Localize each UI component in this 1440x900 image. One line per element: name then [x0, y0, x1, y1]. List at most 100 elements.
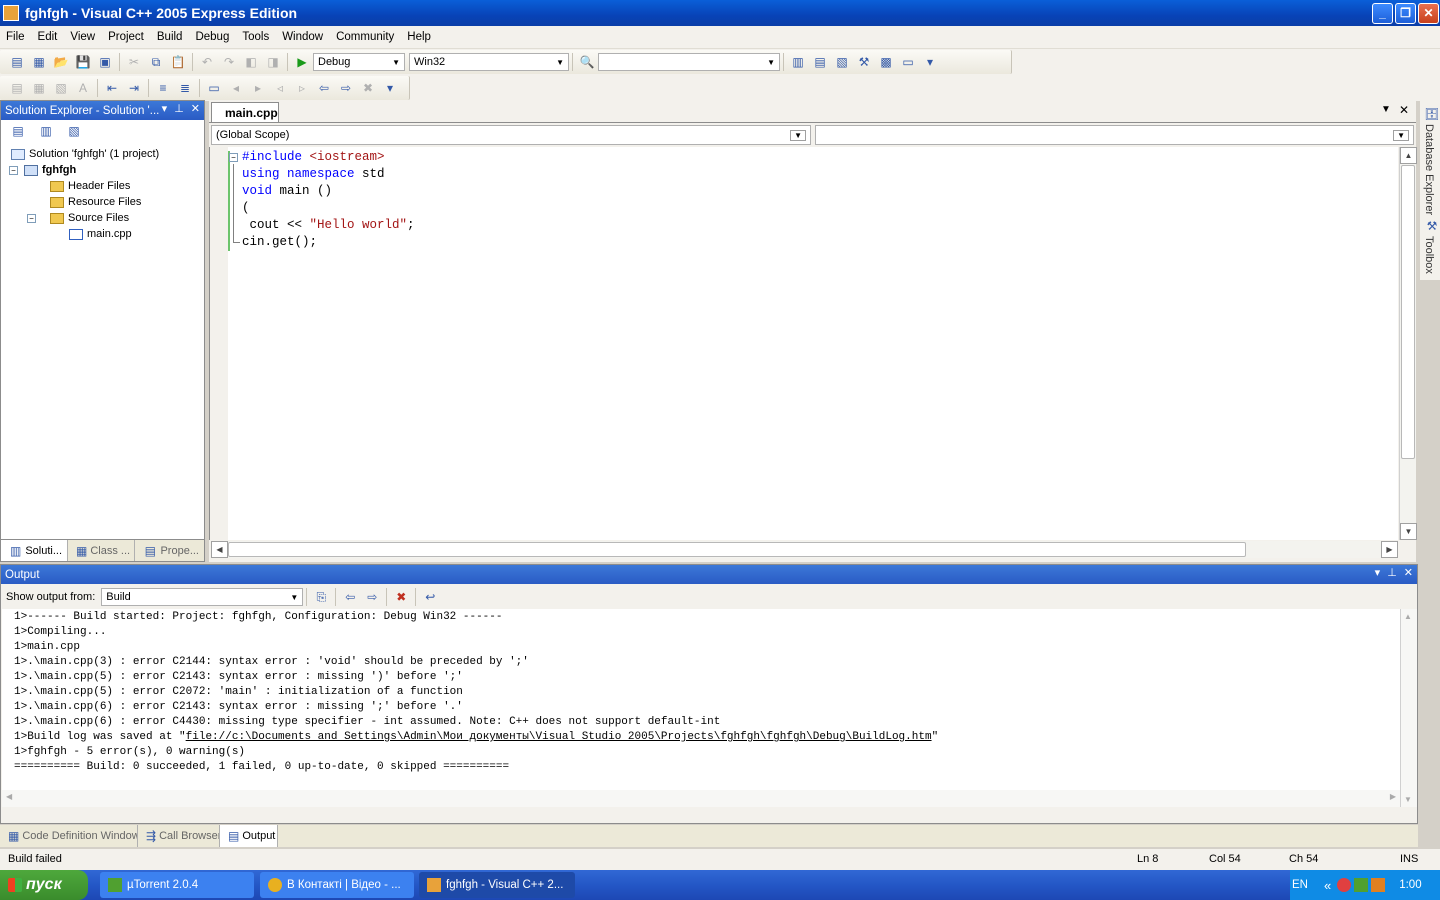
- tree-solution[interactable]: Solution 'fghfgh' (1 project): [11, 146, 159, 162]
- display-quick-info-icon[interactable]: ▧: [53, 80, 69, 96]
- tab-class-view[interactable]: ▦ Class ...: [68, 540, 135, 561]
- clear-bookmarks-icon[interactable]: ✖: [360, 80, 376, 96]
- properties-icon[interactable]: ▤: [10, 123, 26, 139]
- solution-explorer-icon[interactable]: ▥: [790, 54, 806, 70]
- tools-icon[interactable]: ⚒: [856, 54, 872, 70]
- tab-properties[interactable]: ▤ Prope...: [135, 540, 204, 561]
- scroll-down-icon[interactable]: ▼: [1404, 795, 1412, 804]
- scroll-down-icon[interactable]: ▼: [1400, 523, 1417, 540]
- tab-output[interactable]: ▤ Output: [220, 825, 278, 847]
- output-vertical-scrollbar[interactable]: ▲ ▼: [1400, 609, 1417, 807]
- redo-icon[interactable]: ↷: [221, 54, 237, 70]
- scroll-left-icon[interactable]: ◀: [211, 541, 228, 558]
- copy-icon[interactable]: ⧉: [148, 54, 164, 70]
- output-text-area[interactable]: 1>------ Build started: Project: fghfgh,…: [2, 609, 1400, 807]
- decrease-indent-icon[interactable]: ⇤: [104, 80, 120, 96]
- window-position-icon[interactable]: ▾: [162, 102, 168, 115]
- close-icon[interactable]: ✕: [191, 102, 200, 115]
- tray-app-icon[interactable]: [1371, 878, 1386, 892]
- paste-icon[interactable]: 📋: [170, 54, 186, 70]
- go-to-next-message-icon[interactable]: ⇨: [364, 589, 380, 605]
- show-output-from-select[interactable]: Build ▼: [101, 588, 304, 606]
- code-text-area[interactable]: − #include <iostream> using namespace std…: [209, 147, 1398, 540]
- menu-help[interactable]: Help: [401, 31, 438, 43]
- increase-indent-icon[interactable]: ⇥: [126, 80, 142, 96]
- navigate-forward-icon[interactable]: ◨: [265, 54, 281, 70]
- window-icon[interactable]: ▭: [900, 54, 916, 70]
- save-all-icon[interactable]: ▣: [97, 54, 113, 70]
- tree-project[interactable]: − fghfgh: [9, 162, 76, 178]
- display-object-member-list-icon[interactable]: ▤: [9, 80, 25, 96]
- object-browser-icon[interactable]: ▧: [834, 54, 850, 70]
- navigate-backward-icon[interactable]: ◧: [243, 54, 259, 70]
- previous-bookmark-document-icon[interactable]: ⇦: [316, 80, 332, 96]
- go-to-previous-message-icon[interactable]: ⇦: [342, 589, 358, 605]
- refresh-icon[interactable]: ▧: [66, 123, 82, 139]
- tab-main-cpp[interactable]: main.cpp: [211, 102, 279, 122]
- show-all-files-icon[interactable]: ▥: [38, 123, 54, 139]
- find-in-files-icon[interactable]: 🔍: [579, 54, 595, 70]
- collapse-icon[interactable]: −: [27, 213, 36, 223]
- app-icon[interactable]: [3, 5, 19, 21]
- previous-bookmark-icon[interactable]: ◂: [228, 80, 244, 96]
- find-combo[interactable]: ▼: [598, 53, 780, 71]
- tree-folder-resource-files[interactable]: Resource Files: [50, 194, 141, 210]
- close-icon[interactable]: ✕: [1404, 566, 1413, 579]
- toolbar-options-icon[interactable]: ▾: [382, 80, 398, 96]
- auto-hide-pin-icon[interactable]: ⊥: [174, 102, 184, 115]
- member-select[interactable]: ▼: [815, 125, 1414, 145]
- scroll-thumb[interactable]: [228, 542, 1246, 557]
- auto-hide-pin-icon[interactable]: ⊥: [1387, 566, 1397, 579]
- active-files-icon[interactable]: ▼: [1381, 104, 1391, 115]
- next-bookmark-document-icon[interactable]: ⇨: [338, 80, 354, 96]
- minimize-button[interactable]: _: [1372, 3, 1393, 24]
- uncomment-icon[interactable]: ≣: [177, 80, 193, 96]
- menu-community[interactable]: Community: [330, 31, 401, 43]
- menu-edit[interactable]: Edit: [32, 31, 65, 43]
- tray-expand-icon[interactable]: «: [1324, 878, 1331, 893]
- restore-button[interactable]: ❐: [1395, 3, 1416, 24]
- add-item-icon[interactable]: ▦: [31, 54, 47, 70]
- clear-all-icon[interactable]: ✖: [393, 589, 409, 605]
- scroll-left-icon[interactable]: ◀: [6, 792, 12, 801]
- editor-vertical-scrollbar[interactable]: ▲ ▼: [1399, 147, 1417, 540]
- scroll-up-icon[interactable]: ▲: [1404, 612, 1412, 621]
- open-file-icon[interactable]: 📂: [53, 54, 69, 70]
- close-document-icon[interactable]: ✕: [1399, 103, 1409, 117]
- cut-icon[interactable]: ✂: [126, 54, 142, 70]
- database-explorer-icon[interactable]: 🗄: [1424, 106, 1440, 122]
- next-bookmark-folder-icon[interactable]: ▹: [294, 80, 310, 96]
- toolbar-options-icon[interactable]: ▾: [922, 54, 938, 70]
- new-project-icon[interactable]: ▤: [9, 54, 25, 70]
- platform-select[interactable]: Win32 ▼: [409, 53, 569, 71]
- complete-word-icon[interactable]: A: [75, 80, 91, 96]
- display-parameter-info-icon[interactable]: ▦: [31, 80, 47, 96]
- properties-icon[interactable]: ▤: [812, 54, 828, 70]
- tree-folder-source-files[interactable]: − Source Files: [27, 210, 129, 226]
- undo-icon[interactable]: ↶: [199, 54, 215, 70]
- taskbar-item-visual-cpp[interactable]: fghfgh - Visual C++ 2...: [419, 872, 575, 898]
- tree-file-main-cpp[interactable]: main.cpp: [69, 226, 132, 242]
- toolbox-icon[interactable]: ⚒: [1424, 218, 1440, 234]
- menu-view[interactable]: View: [64, 31, 102, 43]
- window-position-icon[interactable]: ▾: [1375, 566, 1381, 579]
- toggle-word-wrap-icon[interactable]: ↩: [422, 589, 438, 605]
- start-page-icon[interactable]: ▩: [878, 54, 894, 70]
- build-log-link[interactable]: file://c:\Documents and Settings\Admin\М…: [186, 731, 932, 743]
- scope-select[interactable]: (Global Scope) ▼: [211, 125, 811, 145]
- next-bookmark-icon[interactable]: ▸: [250, 80, 266, 96]
- save-icon[interactable]: 💾: [75, 54, 91, 70]
- menu-project[interactable]: Project: [102, 31, 151, 43]
- start-button[interactable]: пуск: [0, 870, 88, 900]
- tab-call-browser[interactable]: ⇶ Call Browser: [138, 825, 220, 847]
- previous-bookmark-folder-icon[interactable]: ◃: [272, 80, 288, 96]
- tab-solution-explorer[interactable]: ▥ Soluti...: [1, 540, 68, 561]
- menu-debug[interactable]: Debug: [189, 31, 236, 43]
- collapse-icon[interactable]: −: [9, 165, 18, 175]
- start-debugging-icon[interactable]: ▶: [294, 54, 310, 70]
- tab-database-explorer[interactable]: Database Explorer: [1423, 124, 1435, 215]
- menu-build[interactable]: Build: [151, 31, 190, 43]
- taskbar-item-utorrent[interactable]: µTorrent 2.0.4: [100, 872, 254, 898]
- scroll-right-icon[interactable]: ▶: [1381, 541, 1398, 558]
- taskbar-item-browser[interactable]: В Контакті | Відео - ...: [260, 872, 414, 898]
